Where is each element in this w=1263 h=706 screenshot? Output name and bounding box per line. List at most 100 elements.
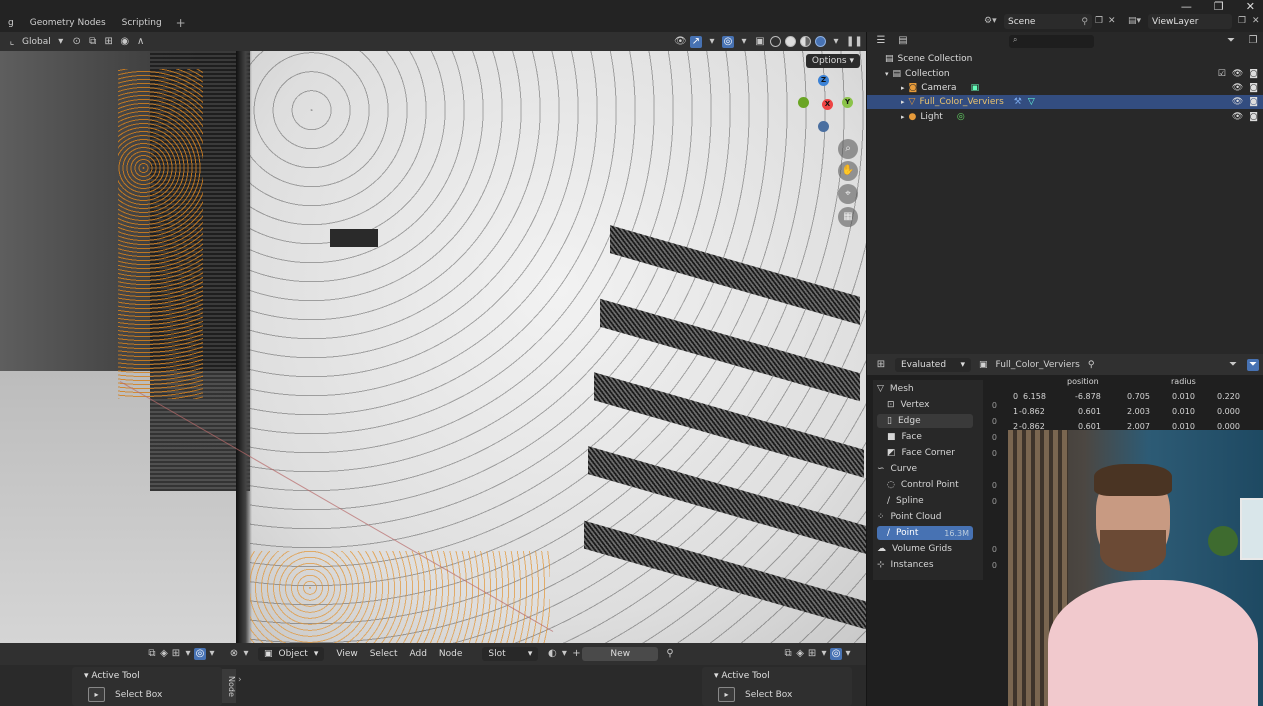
camera-icon[interactable]: ◙ bbox=[1249, 69, 1258, 79]
domain-instances[interactable]: ⊹ Instances 0 bbox=[877, 558, 997, 572]
delete-scene-icon[interactable]: ✕ bbox=[1108, 16, 1116, 26]
chevron-down-icon[interactable]: ▾ bbox=[240, 648, 252, 660]
maximize-icon[interactable]: ❐ bbox=[1214, 0, 1224, 13]
camera-view-icon[interactable]: ⌖ bbox=[838, 184, 858, 204]
zoom-icon[interactable]: ⌕ bbox=[838, 139, 858, 159]
outliner-row-scene-collection[interactable]: ▤ Scene Collection bbox=[867, 52, 1263, 66]
chevron-down-icon[interactable]: ▾ bbox=[182, 648, 194, 660]
eye-icon[interactable]: 👁 bbox=[1232, 69, 1243, 79]
gizmo-z-axis[interactable]: Z bbox=[818, 75, 829, 86]
proportional-icon[interactable]: ◈ bbox=[794, 648, 806, 660]
material-shading-icon[interactable] bbox=[800, 36, 811, 47]
node-editor-area[interactable]: ▾ Active Tool ▸ Select Box Node › ▾ Acti… bbox=[0, 665, 866, 706]
active-tool-title[interactable]: ▾ Active Tool bbox=[84, 671, 140, 681]
pivot-icon[interactable]: ⊙ bbox=[71, 36, 83, 48]
proportional-icon[interactable]: ◈ bbox=[158, 648, 170, 660]
chevron-down-icon[interactable]: ▾ bbox=[706, 36, 718, 48]
menu-add[interactable]: Add bbox=[403, 649, 432, 659]
tab-partial[interactable]: g bbox=[0, 18, 22, 28]
view-layer-icon[interactable]: ▤▾ bbox=[1128, 16, 1141, 26]
tab-geometry-nodes[interactable]: Geometry Nodes bbox=[22, 18, 114, 28]
outliner-row-full-color-verviers[interactable]: ▸ ▽ Full_Color_Verviers ⚒ ▽ 👁 ◙ bbox=[867, 95, 1263, 109]
domain-spline[interactable]: ∕ Spline 0 bbox=[887, 494, 997, 508]
overlay-toggle-icon[interactable]: ◎ bbox=[830, 648, 843, 660]
delete-view-layer-icon[interactable]: ✕ bbox=[1252, 16, 1260, 26]
minimize-icon[interactable]: — bbox=[1181, 0, 1192, 13]
filter-icon[interactable]: ⏷ bbox=[1225, 35, 1237, 47]
domain-vertex[interactable]: ⊡ Vertex 0 bbox=[887, 398, 997, 412]
chevron-down-icon[interactable]: ▾ bbox=[206, 648, 218, 660]
editor-type-icon[interactable]: ☰ bbox=[875, 35, 887, 47]
eye-icon[interactable]: 👁 bbox=[1232, 112, 1243, 122]
domain-point-cloud[interactable]: ⁘ Point Cloud bbox=[877, 510, 973, 524]
new-collection-icon[interactable]: ❐ bbox=[1247, 35, 1259, 47]
outliner-search-input[interactable]: ⌕ bbox=[1009, 34, 1094, 48]
chevron-right-icon[interactable]: ▸ bbox=[901, 84, 905, 92]
eye-icon[interactable]: 👁 bbox=[1232, 97, 1243, 107]
new-view-layer-icon[interactable]: ❐ bbox=[1238, 16, 1246, 26]
snap-icon[interactable]: ⧉ bbox=[782, 648, 794, 660]
outliner-row-light[interactable]: ▸ ● Light ◎ 👁 ◙ bbox=[867, 110, 1263, 124]
add-workspace-icon[interactable]: + bbox=[170, 16, 192, 30]
add-icon[interactable]: + bbox=[570, 648, 582, 660]
view-layer-selector[interactable]: ViewLayer bbox=[1148, 14, 1232, 29]
pin-icon[interactable]: ⚲ bbox=[1088, 360, 1095, 370]
gizmo-neg-z-axis[interactable] bbox=[818, 121, 829, 132]
pause-icon[interactable]: ❚❚ bbox=[846, 36, 863, 48]
outliner-row-camera[interactable]: ▸ ◙ Camera ▣ 👁 ◙ bbox=[867, 81, 1263, 95]
snap-target-icon[interactable]: ⊞ bbox=[806, 648, 818, 660]
material-icon[interactable]: ◐ bbox=[546, 648, 558, 660]
active-tool-title[interactable]: ▾ Active Tool bbox=[714, 671, 770, 681]
camera-icon[interactable]: ◙ bbox=[1249, 97, 1258, 107]
snap-target-icon[interactable]: ⊞ bbox=[170, 648, 182, 660]
new-scene-icon[interactable]: ❐ bbox=[1095, 16, 1103, 26]
pin-icon[interactable]: ⚲ bbox=[1081, 17, 1088, 27]
filter-icon[interactable]: ⏷ bbox=[1227, 359, 1239, 371]
gizmo-y-axis[interactable]: Y bbox=[842, 97, 853, 108]
falloff-icon[interactable]: ∧ bbox=[135, 36, 147, 48]
camera-icon[interactable]: ◙ bbox=[1249, 112, 1258, 122]
column-header-radius[interactable]: radius bbox=[1171, 377, 1196, 386]
domain-face-corner[interactable]: ◩ Face Corner 0 bbox=[887, 446, 997, 460]
menu-select[interactable]: Select bbox=[364, 649, 404, 659]
pin-icon[interactable]: ⚲ bbox=[664, 648, 676, 660]
menu-view[interactable]: View bbox=[330, 649, 363, 659]
domain-face[interactable]: ■ Face 0 bbox=[887, 430, 997, 444]
navigation-gizmo[interactable]: Z X Y bbox=[798, 75, 858, 139]
editor-type-icon[interactable]: ⊞ bbox=[875, 359, 887, 371]
scene-selector[interactable]: Scene ⚲ bbox=[1004, 14, 1092, 29]
evaluated-dropdown[interactable]: Evaluated ▾ bbox=[895, 357, 971, 372]
scene-icon[interactable]: ⚙▾ bbox=[984, 16, 997, 26]
domain-volume-grids[interactable]: ☁ Volume Grids 0 bbox=[877, 542, 997, 556]
chevron-down-icon[interactable]: ▾ bbox=[738, 36, 750, 48]
chevron-down-icon[interactable]: ▾ bbox=[55, 36, 67, 48]
eye-icon[interactable]: 👁 bbox=[1232, 83, 1243, 93]
chevron-down-icon[interactable]: ▾ bbox=[842, 648, 854, 660]
domain-edge[interactable]: ▯ Edge 0 bbox=[877, 414, 997, 428]
new-material-button[interactable]: New bbox=[582, 647, 659, 661]
snap-target-icon[interactable]: ⊞ bbox=[103, 36, 115, 48]
wireframe-shading-icon[interactable] bbox=[770, 36, 781, 47]
select-box-tool[interactable]: ▸ Select Box bbox=[88, 687, 162, 702]
column-header-position[interactable]: position bbox=[1067, 377, 1099, 386]
snap-icon[interactable]: ⧉ bbox=[146, 648, 158, 660]
solid-shading-icon[interactable] bbox=[785, 36, 796, 47]
chevron-down-icon[interactable]: ▾ bbox=[885, 70, 889, 78]
domain-mesh[interactable]: ▽ Mesh bbox=[877, 382, 973, 396]
chevron-down-icon[interactable]: ▾ bbox=[818, 648, 830, 660]
chevron-right-icon[interactable]: ▸ bbox=[901, 113, 905, 121]
gizmo-toggle-icon[interactable]: ↗ bbox=[690, 35, 702, 48]
snap-icon[interactable]: ⧉ bbox=[87, 36, 99, 48]
transform-orientation[interactable]: Global bbox=[22, 37, 51, 47]
camera-icon[interactable]: ◙ bbox=[1249, 83, 1258, 93]
rendered-shading-icon[interactable] bbox=[815, 36, 826, 47]
tab-scripting[interactable]: Scripting bbox=[114, 18, 170, 28]
selected-only-icon[interactable]: ⏷ bbox=[1247, 358, 1259, 371]
select-box-tool[interactable]: ▸ Select Box bbox=[718, 687, 792, 702]
node-sidebar-tab[interactable]: Node bbox=[222, 669, 236, 703]
chevron-down-icon[interactable]: ▾ bbox=[830, 36, 842, 48]
grid-toggle-icon[interactable]: ▦ bbox=[838, 207, 858, 227]
options-button[interactable]: Options ▾ bbox=[805, 54, 860, 68]
outliner-row-collection[interactable]: ▾ ▤ Collection ☑ 👁 ◙ bbox=[867, 67, 1263, 81]
proportional-edit-icon[interactable]: ◉ bbox=[119, 36, 131, 48]
